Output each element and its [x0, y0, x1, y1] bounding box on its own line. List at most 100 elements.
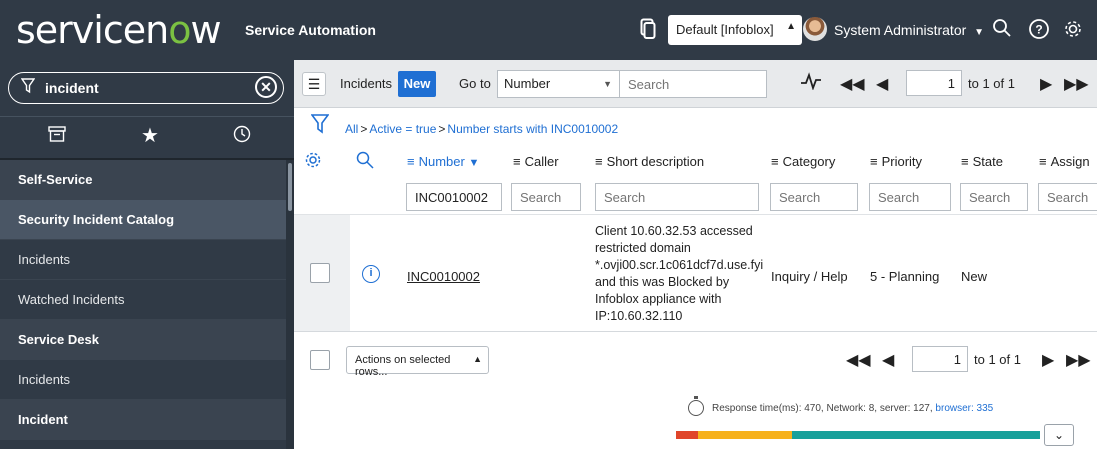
column-header-priority[interactable]: ≡ Priority [870, 154, 922, 169]
filter-toggle-icon[interactable] [310, 114, 330, 139]
menu-item-security-incident-catalog[interactable]: Security Incident Catalog [0, 200, 286, 240]
number-search-input[interactable] [406, 183, 502, 211]
column-menu-icon[interactable]: ≡ [407, 154, 415, 169]
last-page-icon[interactable]: ▶▶ [1064, 74, 1089, 94]
username: System Administrator [834, 22, 967, 38]
column-menu-icon[interactable]: ≡ [961, 154, 969, 169]
caller-search-input[interactable] [511, 183, 581, 211]
select-arrow-icon: ▲︎ [786, 21, 796, 32]
state-search-input[interactable] [960, 183, 1028, 211]
menu-item-watched-incidents[interactable]: Watched Incidents [0, 280, 286, 320]
menu-section-service-desk[interactable]: Service Desk [0, 320, 286, 360]
connect-icon[interactable] [640, 18, 656, 45]
list-search-input[interactable] [619, 70, 767, 98]
clear-filter-icon[interactable]: ✕ [255, 76, 277, 98]
column-header-row: ≡ Number ▼ ≡ Caller ≡ Short description ≡ Ca… [294, 144, 1097, 180]
all-apps-icon[interactable] [48, 125, 66, 148]
category-search-input[interactable] [770, 183, 858, 211]
goto-field-select[interactable]: Number ▼ [497, 70, 621, 98]
table-row[interactable]: i INC0010002 Client 10.60.32.53 accessed… [294, 214, 1097, 332]
application-navigator: incident ✕ ★ Self-Service Security Incid… [0, 60, 294, 449]
app-name: Service Automation [245, 22, 376, 38]
avatar[interactable] [803, 17, 827, 41]
previous-page-icon[interactable]: ◀ [876, 74, 888, 94]
navigator-tabs: ★ [0, 116, 294, 156]
new-button[interactable]: New [398, 71, 436, 97]
column-search-row [294, 180, 1097, 214]
column-header-number[interactable]: ≡ Number ▼ [407, 154, 479, 169]
timing-segment-browser [792, 431, 1040, 439]
page-count-text: to 1 of 1 [968, 76, 1015, 91]
domain-value: Default [Infoblox] [676, 22, 774, 37]
favorites-star-icon[interactable]: ★ [141, 123, 159, 148]
list-title: Incidents [340, 76, 393, 91]
footer-page-number-input[interactable] [912, 346, 968, 372]
column-menu-icon[interactable]: ≡ [771, 154, 779, 169]
expand-timing-button[interactable]: ⌄ [1044, 424, 1074, 446]
chevron-down-icon: ▼ [974, 27, 985, 38]
user-menu[interactable]: System Administrator ▼ [834, 22, 984, 38]
first-page-icon[interactable]: ◀◀ [840, 74, 865, 94]
breadcrumb: All > Active = true > Number starts with INC… [345, 122, 619, 136]
response-timing-bar [676, 431, 1040, 439]
help-icon[interactable]: ? [1028, 18, 1050, 45]
filter-text: incident [45, 80, 99, 96]
column-menu-icon[interactable]: ≡ [513, 154, 521, 169]
page-number-input[interactable] [906, 70, 962, 96]
info-preview-icon[interactable]: i [362, 265, 380, 283]
servicenow-logo[interactable]: servicenow [16, 10, 222, 50]
personalize-list-gear-icon[interactable] [304, 151, 322, 174]
domain-select[interactable]: Default [Infoblox] ▲︎ [668, 15, 802, 45]
menu-section-self-service[interactable]: Self-Service [0, 160, 286, 200]
goto-label: Go to [459, 76, 491, 91]
search-columns-icon[interactable] [356, 151, 374, 174]
list-menu-icon[interactable]: ☰ [302, 72, 326, 96]
footer-page-count-text: to 1 of 1 [974, 352, 1021, 367]
short-description-search-input[interactable] [595, 183, 759, 211]
sort-descending-icon: ▼ [468, 157, 480, 169]
first-page-icon[interactable]: ◀◀ [846, 350, 871, 370]
column-menu-icon[interactable]: ≡ [1039, 154, 1047, 169]
actions-select[interactable]: Actions on selected rows... ▲︎ [346, 346, 489, 378]
previous-page-icon[interactable]: ◀ [882, 350, 894, 370]
list-toolbar: ☰ Incidents New Go to Number ▼ ◀◀ ◀ to 1… [294, 60, 1097, 108]
history-clock-icon[interactable] [233, 125, 251, 149]
breadcrumb-number-filter[interactable]: Number starts with INC0010002 [447, 122, 618, 136]
navigator-scrollbar-thumb[interactable] [288, 163, 292, 211]
column-header-caller[interactable]: ≡ Caller [513, 154, 559, 169]
goto-field-value: Number [504, 76, 551, 91]
navigator-filter[interactable]: incident ✕ [8, 72, 284, 104]
gear-icon[interactable] [1062, 18, 1084, 45]
menu-item-incidents[interactable]: Incidents [0, 240, 286, 280]
breadcrumb-active[interactable]: Active = true [369, 122, 436, 136]
menu-section-incident[interactable]: Incident [0, 400, 286, 440]
browser-time-link[interactable]: browser: 335 [935, 403, 993, 414]
activity-stream-icon[interactable] [800, 72, 822, 95]
column-header-short-description[interactable]: ≡ Short description [595, 154, 704, 169]
response-time-text: Response time(ms): 470, Network: 8, serv… [712, 403, 994, 414]
filter-icon [20, 78, 36, 99]
next-page-icon[interactable]: ▶ [1042, 350, 1054, 370]
last-page-icon[interactable]: ▶▶ [1066, 350, 1091, 370]
column-header-state[interactable]: ≡ State [961, 154, 1003, 169]
breadcrumb-all[interactable]: All [345, 122, 358, 136]
next-page-icon[interactable]: ▶ [1040, 74, 1052, 94]
breadcrumb-row: All > Active = true > Number starts with INC… [294, 108, 1097, 144]
timing-segment-network [676, 431, 698, 439]
search-icon[interactable] [992, 18, 1012, 43]
short-description-cell: Client 10.60.32.53 accessed restricted d… [595, 224, 764, 323]
priority-cell: 5 - Planning [870, 269, 940, 284]
timing-segment-server [698, 431, 792, 439]
row-checkbox[interactable] [310, 263, 330, 283]
priority-search-input[interactable] [869, 183, 951, 211]
select-all-checkbox[interactable] [310, 350, 330, 370]
column-menu-icon[interactable]: ≡ [595, 154, 603, 169]
assigned-search-input[interactable] [1038, 183, 1097, 211]
menu-item-service-desk-incidents[interactable]: Incidents [0, 360, 286, 400]
incident-number-link[interactable]: INC0010002 [407, 269, 480, 284]
top-header: servicenow Service Automation Default [I… [0, 0, 1097, 60]
column-header-assigned[interactable]: ≡ Assign [1039, 154, 1090, 169]
category-cell: Inquiry / Help [771, 269, 848, 284]
column-menu-icon[interactable]: ≡ [870, 154, 878, 169]
column-header-category[interactable]: ≡ Category [771, 154, 835, 169]
